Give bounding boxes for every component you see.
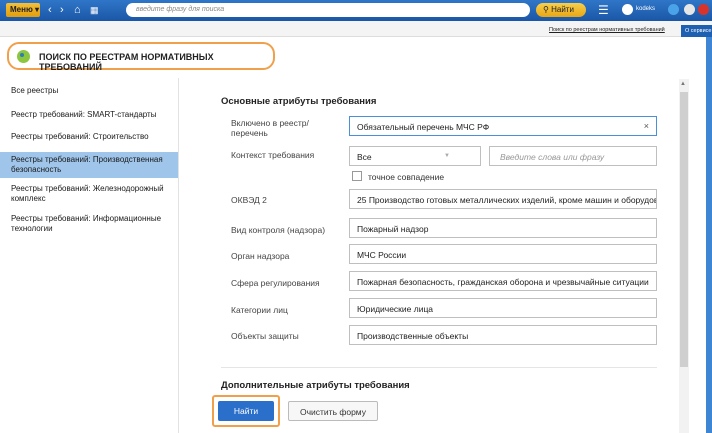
page-title: ПОИСК ПО РЕЕСТРАМ НОРМАТИВНЫХ ТРЕБОВАНИЙ bbox=[39, 52, 214, 72]
chevron-down-icon[interactable]: ▼ bbox=[444, 153, 450, 159]
sidebar: Все реестры Реестр требований: SMART-ста… bbox=[0, 84, 178, 240]
sidebar-item-railway[interactable]: Реестры требований: Железнодорожный комп… bbox=[0, 182, 178, 206]
menu-label: Меню bbox=[10, 5, 33, 14]
sidebar-item-smart[interactable]: Реестр требований: SMART-стандарты bbox=[0, 108, 178, 122]
clear-icon[interactable]: × bbox=[644, 121, 649, 131]
sphere-field[interactable]: Пожарная безопасность, гражданская оборо… bbox=[349, 271, 657, 291]
sidebar-item-construction[interactable]: Реестры требований: Строительство bbox=[0, 130, 178, 144]
hamburger-menu-icon[interactable]: ☰ bbox=[598, 4, 609, 16]
settings-icon[interactable] bbox=[684, 4, 695, 15]
sphere-label: Сфера регулирования bbox=[231, 278, 320, 288]
right-panel-edge bbox=[706, 37, 712, 433]
context-select[interactable]: Все bbox=[349, 146, 481, 166]
section-divider bbox=[221, 367, 657, 368]
sidebar-divider bbox=[178, 78, 179, 433]
user-name[interactable]: kodeks bbox=[636, 6, 655, 12]
control-field[interactable]: Пожарный надзор bbox=[349, 218, 657, 238]
search-form: Основные атрибуты требования Включено в … bbox=[206, 79, 680, 433]
scrollbar-thumb[interactable] bbox=[680, 92, 688, 367]
sidebar-item-it[interactable]: Реестры требований: Информационные техно… bbox=[0, 212, 178, 236]
alert-icon[interactable] bbox=[698, 4, 709, 15]
okved-field[interactable]: 25 Производство готовых металлических из… bbox=[349, 189, 657, 209]
top-toolbar: Меню ▾ ‹ › ⌂ ▦ введите фразу для поиска … bbox=[0, 0, 712, 21]
page-title-box: ПОИСК ПО РЕЕСТРАМ НОРМАТИВНЫХ ТРЕБОВАНИЙ bbox=[7, 42, 275, 72]
registry-logo-icon bbox=[17, 50, 30, 63]
sub-navigation: Поиск по реестрам нормативных требований… bbox=[0, 21, 712, 37]
registry-value: Обязательный перечень МЧС РФ bbox=[357, 122, 490, 132]
context-label: Контекст требования bbox=[231, 150, 315, 160]
link-registry-search[interactable]: Поиск по реестрам нормативных требований bbox=[549, 27, 665, 33]
persons-label: Категории лиц bbox=[231, 305, 288, 315]
find-button-highlight: Найти bbox=[212, 395, 280, 427]
registry-label: Включено в реестр/ перечень bbox=[231, 118, 309, 138]
home-icon[interactable]: ⌂ bbox=[74, 3, 81, 17]
find-button[interactable]: Найти bbox=[218, 401, 274, 421]
magnifier-icon: ⚲ bbox=[543, 5, 549, 14]
exact-match-label: точное совпадение bbox=[368, 172, 445, 182]
menu-button[interactable]: Меню ▾ bbox=[6, 3, 40, 17]
sidebar-item-all[interactable]: Все реестры bbox=[0, 84, 178, 98]
control-label: Вид контроля (надзора) bbox=[231, 225, 326, 235]
objects-field[interactable]: Производственные объекты bbox=[349, 325, 657, 345]
search-input[interactable]: введите фразу для поиска bbox=[126, 3, 530, 17]
link-services[interactable]: О сервисе bbox=[681, 25, 712, 37]
persons-field[interactable]: Юридические лица bbox=[349, 298, 657, 318]
search-find-label: Найти bbox=[551, 5, 574, 14]
apps-grid-icon[interactable]: ▦ bbox=[90, 3, 99, 17]
back-icon[interactable]: ‹ bbox=[48, 3, 52, 17]
scroll-up-icon[interactable]: ▲ bbox=[680, 81, 686, 87]
user-avatar-icon[interactable] bbox=[622, 4, 633, 15]
registry-field[interactable]: Обязательный перечень МЧС РФ × bbox=[349, 116, 657, 136]
exact-match-checkbox[interactable] bbox=[352, 171, 362, 181]
section-main-attributes: Основные атрибуты требования bbox=[221, 96, 377, 107]
objects-label: Объекты защиты bbox=[231, 331, 299, 341]
search-find-button[interactable]: ⚲ Найти bbox=[536, 3, 586, 17]
notification-icon[interactable] bbox=[668, 4, 679, 15]
authority-label: Орган надзора bbox=[231, 251, 290, 261]
authority-field[interactable]: МЧС России bbox=[349, 244, 657, 264]
sidebar-item-industrial-safety[interactable]: Реестры требований: Производственная без… bbox=[0, 152, 178, 178]
okved-label: ОКВЭД 2 bbox=[231, 195, 267, 205]
section-extra-attributes[interactable]: Дополнительные атрибуты требования bbox=[221, 380, 410, 391]
context-phrase-input[interactable]: Введите слова или фразу bbox=[489, 146, 657, 166]
forward-icon[interactable]: › bbox=[60, 3, 64, 17]
clear-form-button[interactable]: Очистить форму bbox=[288, 401, 378, 421]
